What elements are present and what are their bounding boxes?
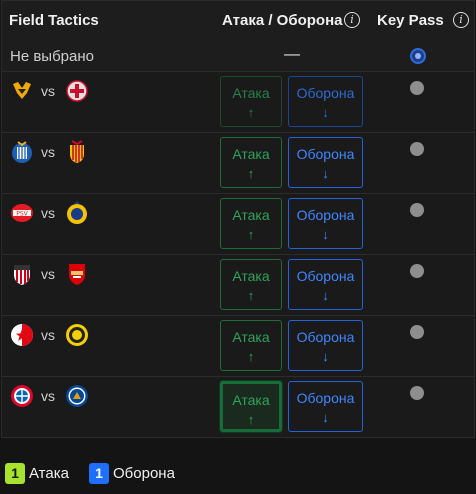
table-header: Field Tactics Атака / Оборона i Key Pass… xyxy=(2,1,474,42)
info-icon[interactable]: i xyxy=(344,12,360,28)
defense-button[interactable]: Оборона ↓ xyxy=(288,76,363,127)
field-tactics-title: Field Tactics xyxy=(9,12,99,29)
defense-button-label: Оборона xyxy=(296,390,355,406)
attack-button-label: Атака xyxy=(232,392,270,408)
cremonese-logo xyxy=(65,79,89,103)
vs-label: vs xyxy=(41,144,55,160)
defense-button[interactable]: Оборона ↓ xyxy=(288,381,363,432)
info-icon[interactable]: i xyxy=(453,12,469,28)
match-row: PSV vs Атака ↑ Оборона ↓ xyxy=(2,194,474,255)
vs-label: vs xyxy=(41,83,55,99)
key-pass-radio[interactable] xyxy=(410,142,424,156)
arrow-up-icon: ↑ xyxy=(247,105,255,120)
key-pass-radio[interactable] xyxy=(410,386,424,400)
arrow-up-icon: ↑ xyxy=(247,288,255,303)
defense-button-label: Оборона xyxy=(296,85,355,101)
attack-button[interactable]: Атака ↑ xyxy=(220,320,282,371)
field-tactics-panel: Field Tactics Атака / Оборона i Key Pass… xyxy=(1,0,475,438)
defense-button[interactable]: Оборона ↓ xyxy=(288,137,363,188)
espanyol-logo xyxy=(10,140,34,164)
no-selection-row: Не выбрано — xyxy=(2,41,474,72)
defense-button[interactable]: Оборона ↓ xyxy=(288,320,363,371)
defense-button-label: Оборона xyxy=(296,268,355,284)
defense-count-badge: 1 xyxy=(89,463,109,484)
vs-label: vs xyxy=(41,327,55,343)
attack-button[interactable]: Атака ↑ xyxy=(220,198,282,249)
arrow-up-icon: ↑ xyxy=(247,227,255,242)
no-selection-dash: — xyxy=(284,46,300,63)
match-row: vs Атака ↑ Оборона ↓ xyxy=(2,72,474,133)
key-pass-radio[interactable] xyxy=(410,81,424,95)
match-row: vs Атака ↑ Оборона ↓ xyxy=(2,316,474,377)
athletic-bilbao-logo xyxy=(10,262,34,286)
psv-logo: PSV xyxy=(10,201,34,225)
match-row: vs Атака ↑ Оборона ↓ xyxy=(2,133,474,194)
attack-button[interactable]: Атака ↑ xyxy=(220,76,282,127)
chelsea-logo xyxy=(65,384,89,408)
union-sg-logo xyxy=(65,201,89,225)
attack-button[interactable]: Атака ↑ xyxy=(220,137,282,188)
defense-button-label: Оборона xyxy=(296,207,355,223)
bodo-glimt-logo xyxy=(65,323,89,347)
bayern-munich-logo xyxy=(10,384,34,408)
slavia-praha-logo xyxy=(10,323,34,347)
attack-count-badge: 1 xyxy=(5,463,25,484)
attack-button[interactable]: Атака ↑ xyxy=(220,381,282,432)
wolves-logo xyxy=(10,79,34,103)
vs-label: vs xyxy=(41,205,55,221)
legend-attack-label: Атака xyxy=(29,465,69,482)
attack-button-label: Атака xyxy=(232,146,270,162)
svg-text:PSV: PSV xyxy=(16,211,28,218)
arrow-down-icon: ↓ xyxy=(322,410,329,425)
arrow-down-icon: ↓ xyxy=(322,166,329,181)
key-pass-radio[interactable] xyxy=(410,203,424,217)
mallorca-logo xyxy=(65,140,89,164)
vs-label: vs xyxy=(41,266,55,282)
defense-button-label: Оборона xyxy=(296,146,355,162)
key-pass-header: Key Pass xyxy=(377,12,444,29)
key-pass-radio-none[interactable] xyxy=(410,48,426,64)
no-selection-label: Не выбрано xyxy=(10,48,94,65)
arrow-up-icon: ↑ xyxy=(247,412,255,427)
arrow-up-icon: ↑ xyxy=(247,349,255,364)
attack-button[interactable]: Атака ↑ xyxy=(220,259,282,310)
defense-button[interactable]: Оборона ↓ xyxy=(288,198,363,249)
match-row: vs Атака ↑ Оборона ↓ xyxy=(2,377,474,438)
defense-button-label: Оборона xyxy=(296,329,355,345)
arrow-up-icon: ↑ xyxy=(247,166,255,181)
vs-label: vs xyxy=(41,388,55,404)
attack-button-label: Атака xyxy=(232,268,270,284)
attack-button-label: Атака xyxy=(232,329,270,345)
key-pass-radio[interactable] xyxy=(410,325,424,339)
arrow-down-icon: ↓ xyxy=(322,288,329,303)
arsenal-logo xyxy=(65,262,89,286)
match-row: vs Атака ↑ Оборона ↓ xyxy=(2,255,474,316)
attack-button-label: Атака xyxy=(232,207,270,223)
arrow-down-icon: ↓ xyxy=(322,227,329,242)
arrow-down-icon: ↓ xyxy=(322,105,329,120)
defense-button[interactable]: Оборона ↓ xyxy=(288,259,363,310)
key-pass-radio[interactable] xyxy=(410,264,424,278)
attack-defense-header: Атака / Оборона xyxy=(222,12,343,29)
arrow-down-icon: ↓ xyxy=(322,349,329,364)
attack-button-label: Атака xyxy=(232,85,270,101)
legend-defense-label: Оборона xyxy=(113,465,175,482)
